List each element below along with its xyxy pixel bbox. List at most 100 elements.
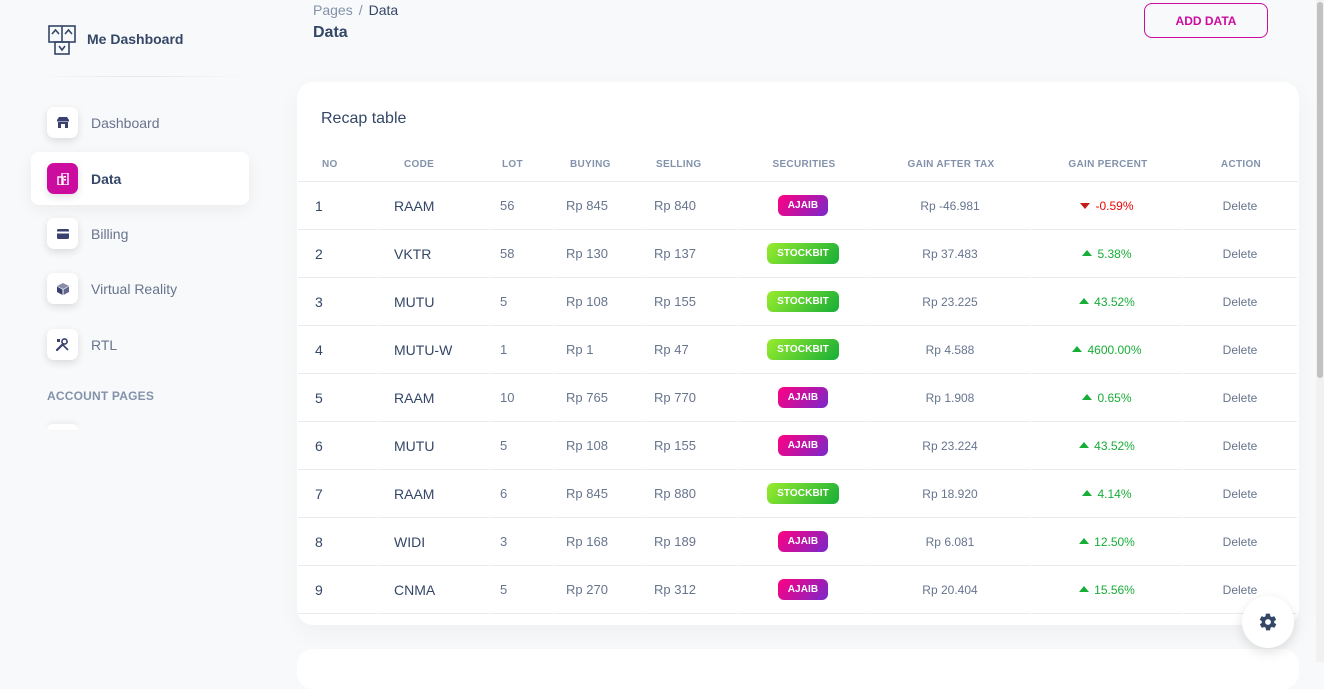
page-title: Data — [313, 24, 348, 41]
cell-buying: Rp 270 — [554, 566, 646, 614]
cell-code: MUTU-W — [378, 326, 490, 374]
add-data-button[interactable]: ADD DATA — [1144, 3, 1268, 38]
cell-gain-after-tax: Rp 4.588 — [870, 326, 1032, 374]
breadcrumb-current: Data — [368, 2, 399, 18]
cell-no: 9 — [298, 566, 378, 614]
delete-link[interactable]: Delete — [1223, 295, 1258, 309]
brand[interactable]: Me Dashboard — [47, 22, 183, 56]
gear-icon — [1259, 613, 1277, 631]
recap-table: NO CODE LOT BUYING SELLING SECURITIES GA… — [298, 148, 1298, 614]
caret-down-icon — [1080, 203, 1091, 209]
gain-value: Rp 20.404 — [922, 583, 978, 597]
cell-buying: Rp 168 — [554, 518, 646, 566]
column-header-securities: SECURITIES — [738, 148, 870, 182]
cell-gain-after-tax: Rp 23.224 — [870, 422, 1032, 470]
cell-code: RAAM — [378, 374, 490, 422]
caret-up-icon — [1079, 298, 1090, 304]
delete-link[interactable]: Delete — [1223, 247, 1258, 261]
gain-value: Rp 18.920 — [922, 487, 978, 501]
breadcrumb: Pages / Data — [313, 2, 398, 18]
cell-buying: Rp 1 — [554, 326, 646, 374]
gain-percent: 43.52% — [1079, 295, 1135, 309]
cell-gain-percent: 5.38% — [1032, 230, 1184, 278]
caret-up-icon — [1079, 538, 1090, 544]
securities-badge: AJAIB — [777, 435, 829, 456]
delete-link[interactable]: Delete — [1223, 535, 1258, 549]
cell-buying: Rp 765 — [554, 374, 646, 422]
gain-percent-value: 5.38% — [1097, 247, 1132, 261]
cell-selling: Rp 770 — [646, 374, 738, 422]
table-row: 8 WIDI 3 Rp 168 Rp 189 AJAIB Rp 6.081 12.50% Del… — [298, 518, 1298, 566]
cell-gain-after-tax: Rp 1.908 — [870, 374, 1032, 422]
securities-badge: STOCKBIT — [767, 291, 839, 312]
column-header-gain-after-tax: GAIN AFTER TAX — [870, 148, 1032, 182]
gain-percent-value: 43.52% — [1094, 439, 1135, 453]
sidebar-item-rtl[interactable]: RTL — [31, 318, 249, 371]
table-row: 5 RAAM 10 Rp 765 Rp 770 AJAIB Rp 1.908 0.65% Del… — [298, 374, 1298, 422]
cell-action: Delete — [1184, 518, 1298, 566]
cell-lot: 58 — [490, 230, 554, 278]
cell-no: 6 — [298, 422, 378, 470]
table-row: 3 MUTU 5 Rp 108 Rp 155 STOCKBIT Rp 23.225 43.52… — [298, 278, 1298, 326]
recap-card: Recap table NO CODE LOT BUYING SELLING S… — [297, 82, 1299, 625]
column-header-code: CODE — [378, 148, 490, 182]
delete-link[interactable]: Delete — [1223, 487, 1258, 501]
cell-gain-percent: 15.56% — [1032, 566, 1184, 614]
delete-link[interactable]: Delete — [1223, 439, 1258, 453]
gain-percent-value: -0.59% — [1095, 199, 1134, 213]
cell-action: Delete — [1184, 230, 1298, 278]
cell-gain-after-tax: Rp 23.225 — [870, 278, 1032, 326]
table-row: 7 RAAM 6 Rp 845 Rp 880 STOCKBIT Rp 18.920 4.14%… — [298, 470, 1298, 518]
delete-link[interactable]: Delete — [1223, 391, 1258, 405]
cell-lot: 3 — [490, 518, 554, 566]
table-row: 2 VKTR 58 Rp 130 Rp 137 STOCKBIT Rp 37.483 5.38… — [298, 230, 1298, 278]
cell-code: MUTU — [378, 422, 490, 470]
cell-securities: STOCKBIT — [738, 326, 870, 374]
sidebar-item-virtual-reality[interactable]: Virtual Reality — [31, 262, 249, 315]
securities-badge: AJAIB — [777, 531, 829, 552]
cell-code: MUTU — [378, 278, 490, 326]
cell-gain-after-tax: Rp 6.081 — [870, 518, 1032, 566]
sidebar-item-label: RTL — [91, 336, 118, 353]
cell-selling: Rp 155 — [646, 278, 738, 326]
gain-percent-value: 15.56% — [1094, 583, 1135, 597]
gain-value: Rp 23.225 — [922, 295, 978, 309]
sidebar-item-dashboard[interactable]: Dashboard — [31, 96, 249, 149]
cell-lot: 56 — [490, 182, 554, 230]
cell-no: 1 — [298, 182, 378, 230]
page-scrollbar[interactable] — [1316, 0, 1324, 662]
caret-up-icon — [1079, 586, 1090, 592]
delete-link[interactable]: Delete — [1223, 343, 1258, 357]
cell-code: RAAM — [378, 182, 490, 230]
cell-action: Delete — [1184, 182, 1298, 230]
gain-value: Rp 23.224 — [922, 439, 978, 453]
sidebar-item-billing[interactable]: Billing — [31, 207, 249, 260]
breadcrumb-root[interactable]: Pages — [313, 2, 353, 18]
sidebar-item-data[interactable]: Data — [31, 152, 249, 205]
column-header-gain-percent: GAIN PERCENT — [1032, 148, 1184, 182]
table-row: 6 MUTU 5 Rp 108 Rp 155 AJAIB Rp 23.224 43.52% De… — [298, 422, 1298, 470]
delete-link[interactable]: Delete — [1223, 199, 1258, 213]
securities-badge: AJAIB — [777, 579, 829, 600]
cell-lot: 5 — [490, 566, 554, 614]
cell-gain-percent: -0.59% — [1032, 182, 1184, 230]
scrollbar-thumb[interactable] — [1317, 2, 1323, 378]
settings-button[interactable] — [1242, 596, 1294, 648]
cell-lot: 6 — [490, 470, 554, 518]
cell-securities: STOCKBIT — [738, 230, 870, 278]
gain-value: Rp -46.981 — [920, 199, 980, 213]
delete-link[interactable]: Delete — [1223, 583, 1258, 597]
caret-up-icon — [1072, 346, 1083, 352]
cell-action: Delete — [1184, 470, 1298, 518]
gain-percent-value: 0.65% — [1097, 391, 1132, 405]
gain-percent: 0.65% — [1082, 391, 1132, 405]
gain-value: Rp 6.081 — [925, 535, 975, 549]
cell-gain-percent: 4600.00% — [1032, 326, 1184, 374]
cell-lot: 5 — [490, 422, 554, 470]
cell-no: 3 — [298, 278, 378, 326]
cell-no: 4 — [298, 326, 378, 374]
cell-lot: 10 — [490, 374, 554, 422]
cell-securities: STOCKBIT — [738, 470, 870, 518]
cell-selling: Rp 47 — [646, 326, 738, 374]
sidebar-item-label: Data — [91, 170, 122, 187]
